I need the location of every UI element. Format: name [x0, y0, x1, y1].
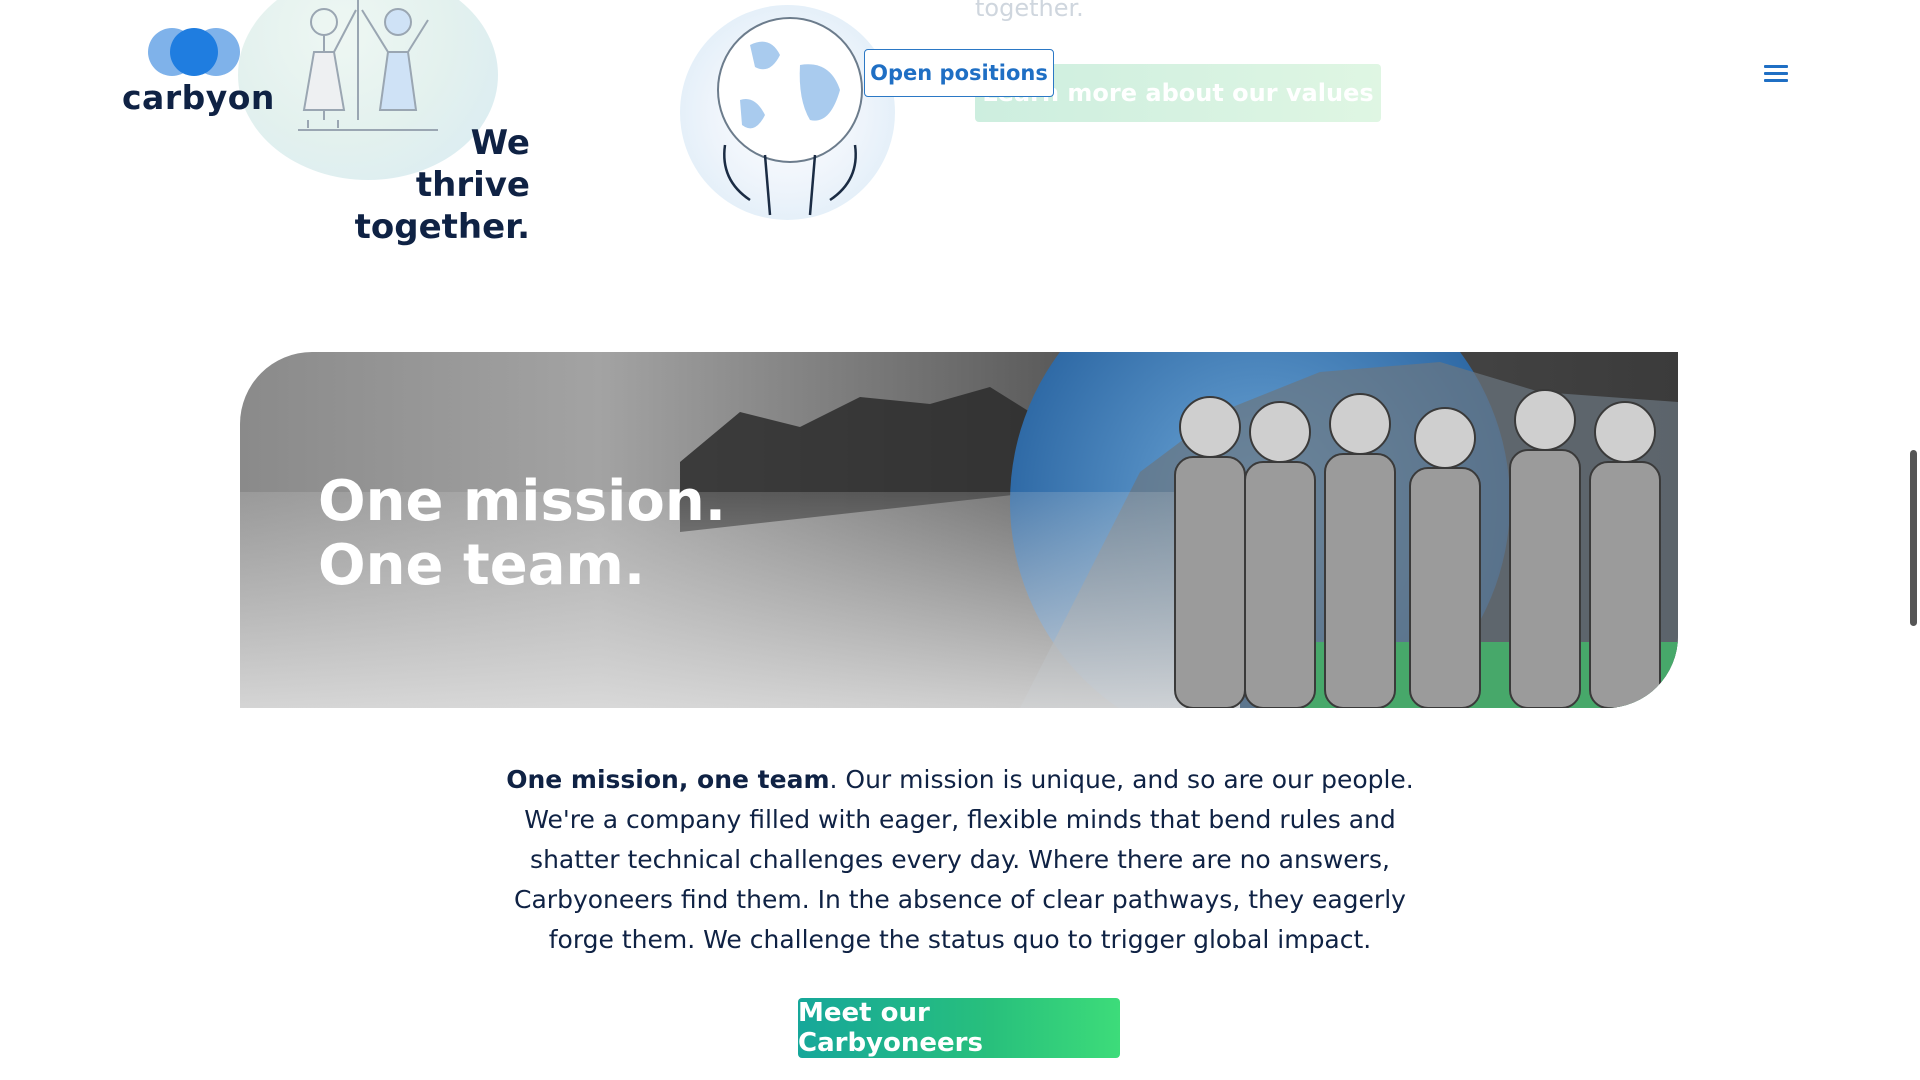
- banner-title-line-2: One team.: [318, 533, 646, 598]
- globe-in-hands-illustration: [680, 5, 895, 220]
- banner-title-line-1: One mission.: [318, 469, 726, 534]
- globe-hands-icon: [717, 17, 863, 216]
- thrive-line-1: We: [470, 123, 530, 163]
- astronaut-figure: [1174, 396, 1246, 708]
- carbyon-logo-mark-icon: [148, 28, 240, 76]
- carbyon-logo[interactable]: carbyon: [122, 26, 275, 122]
- faded-together-text: together.: [975, 0, 1084, 22]
- mission-paragraph: One mission, one team. Our mission is un…: [480, 760, 1440, 960]
- menu-lines-icon: [1764, 65, 1788, 82]
- banner-title: One mission. One team.: [318, 470, 726, 598]
- logo-wordmark: carbyon: [122, 78, 275, 117]
- open-positions-button[interactable]: Open positions: [864, 49, 1054, 97]
- mission-lead-bold: One mission, one team: [506, 765, 830, 794]
- thrive-line-3: together.: [354, 207, 530, 247]
- thrive-line-2: thrive: [415, 165, 530, 205]
- hamburger-menu-icon[interactable]: [1760, 60, 1792, 88]
- thrive-together-heading: We thrive together.: [340, 122, 530, 248]
- meet-carbyoneers-button[interactable]: Meet our Carbyoneers: [798, 998, 1120, 1058]
- scrollbar-thumb[interactable]: [1910, 450, 1917, 626]
- mission-banner: One mission. One team.: [240, 352, 1678, 708]
